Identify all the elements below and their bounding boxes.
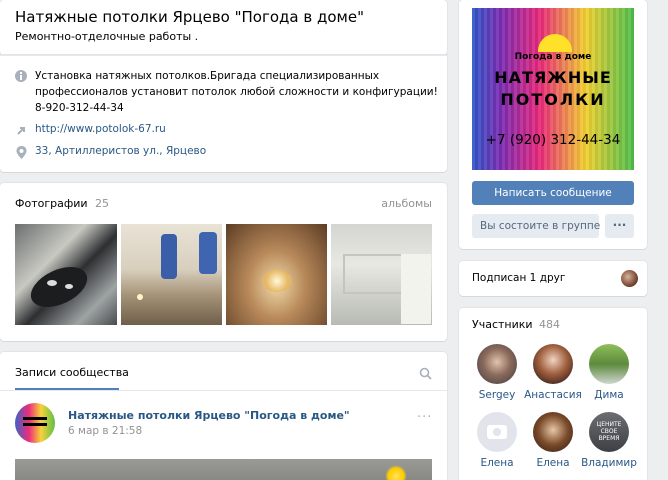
more-actions-button[interactable]: ··· — [605, 214, 634, 238]
photo-thumbnail-3[interactable] — [226, 224, 327, 325]
description-line-1: Установка натяжных потолков.Бригада спец… — [35, 70, 380, 82]
member-item[interactable]: ЦЕНИТЕ СВОЕ ВРЕМЯ Владимир — [579, 412, 639, 469]
member-item[interactable]: Анастасия — [523, 344, 583, 401]
albums-link[interactable]: альбомы — [381, 197, 432, 210]
avatar: ЦЕНИТЕ СВОЕ ВРЕМЯ — [589, 412, 629, 452]
group-title: Натяжные потолки Ярцево "Погода в доме" — [15, 8, 364, 26]
info-icon — [15, 70, 27, 82]
post-image[interactable] — [15, 459, 432, 480]
avatar — [589, 344, 629, 384]
photos-label: Фотографии — [15, 197, 88, 210]
tabs-divider — [0, 390, 447, 391]
photo-thumbnail-1[interactable] — [15, 224, 117, 325]
friends-subscribed-text: Подписан 1 друг — [472, 272, 566, 284]
avatar — [477, 344, 517, 384]
post-options-icon[interactable]: ··· — [417, 410, 432, 425]
description-line-2: профессионалов установит потолок любой с… — [35, 86, 438, 98]
address-link[interactable]: 33, Артиллеристов ул., Ярцево — [35, 145, 206, 157]
photos-header[interactable]: Фотографии 25 — [15, 197, 109, 210]
member-name: Дима — [594, 389, 624, 401]
avatar — [533, 344, 573, 384]
photo-thumbnail-4[interactable] — [331, 224, 432, 325]
members-label: Участники — [472, 318, 533, 331]
avatar — [533, 412, 573, 452]
group-info-card: Установка натяжных потолков.Бригада спец… — [0, 55, 447, 172]
member-item[interactable]: Sergey — [467, 344, 527, 401]
send-message-button[interactable]: Написать сообщение — [472, 181, 634, 205]
posts-card: Записи сообщества Натяжные потолки Ярцев… — [0, 352, 447, 480]
logo-brand: Погода в доме — [514, 52, 592, 62]
location-pin-icon — [16, 146, 27, 159]
friends-subscribed-card[interactable]: Подписан 1 друг — [459, 261, 647, 296]
group-header-card: Натяжные потолки Ярцево "Погода в доме" … — [0, 0, 447, 55]
photos-count: 25 — [95, 197, 110, 210]
member-item[interactable]: Елена — [523, 412, 583, 469]
logo-line-1: НАТЯЖНЫЕ — [494, 68, 612, 87]
link-arrow-icon — [16, 125, 27, 136]
tab-community-posts[interactable]: Записи сообщества — [15, 366, 129, 379]
post-date[interactable]: 6 мар в 21:58 — [68, 425, 142, 437]
group-cover-card: Погода в доме НАТЯЖНЫЕ ПОТОЛКИ +7 (920) … — [459, 0, 647, 249]
group-description: Установка натяжных потолков.Бригада спец… — [35, 68, 438, 116]
member-name: Елена — [536, 457, 570, 469]
post-author-avatar[interactable] — [15, 403, 55, 443]
logo-line-2: ПОТОЛКИ — [500, 90, 606, 109]
photo-thumbnail-2[interactable] — [121, 224, 222, 325]
group-logo[interactable]: Погода в доме НАТЯЖНЫЕ ПОТОЛКИ +7 (920) … — [472, 8, 634, 170]
member-item[interactable]: Елена — [467, 412, 527, 469]
membership-dropdown[interactable]: Вы состоите в группе ⌄ — [472, 214, 613, 238]
member-name: Владимир — [581, 457, 637, 469]
avatar-caption: ЦЕНИТЕ СВОЕ ВРЕМЯ — [596, 421, 622, 442]
website-link[interactable]: http://www.potolok-67.ru — [35, 123, 166, 135]
member-name: Елена — [480, 457, 514, 469]
post-author-name[interactable]: Натяжные потолки Ярцево "Погода в доме" — [68, 409, 350, 422]
search-icon[interactable] — [419, 367, 432, 380]
description-phone: 8-920-312-44-34 — [35, 102, 124, 114]
member-name: Анастасия — [524, 389, 582, 401]
avatar — [477, 412, 517, 452]
members-count: 484 — [539, 318, 561, 331]
camera-icon — [487, 425, 507, 439]
friend-avatar[interactable] — [621, 270, 638, 287]
logo-phone: +7 (920) 312-44-34 — [485, 132, 621, 148]
member-name: Sergey — [478, 389, 516, 401]
membership-label: Вы состоите в группе — [480, 220, 601, 232]
members-card: Участники 484 Sergey Анастасия Дима Елен… — [459, 308, 647, 480]
group-category: Ремонтно-отделочные работы . — [15, 30, 199, 43]
member-item[interactable]: Дима — [579, 344, 639, 401]
members-header[interactable]: Участники 484 — [472, 318, 560, 331]
